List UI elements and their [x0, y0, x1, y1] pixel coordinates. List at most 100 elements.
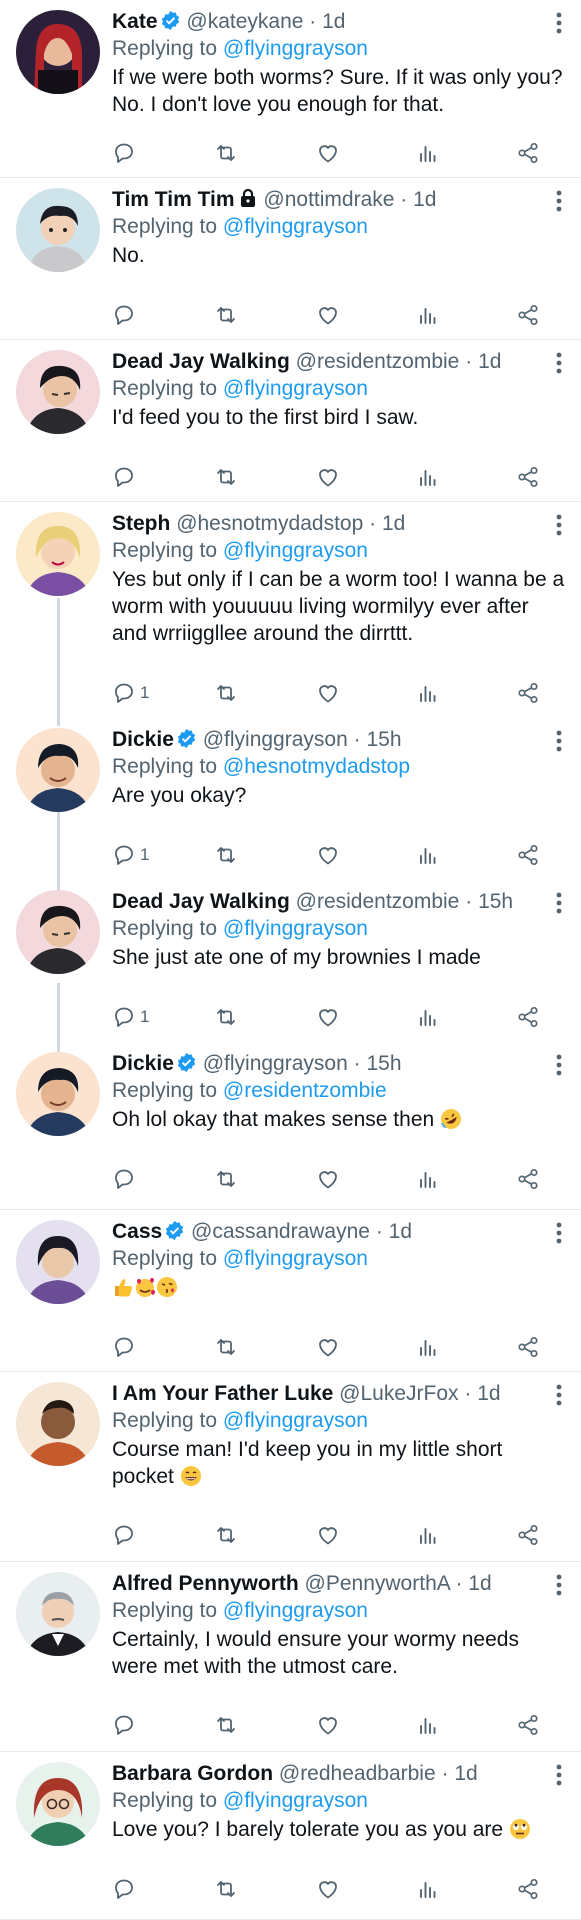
timestamp[interactable]: 15h — [366, 1052, 401, 1075]
replying-to-handle[interactable]: @flyinggrayson — [223, 917, 368, 940]
timestamp[interactable]: 1d — [468, 1572, 491, 1595]
author-handle[interactable]: @redheadbarbie — [279, 1762, 436, 1785]
timestamp[interactable]: 1d — [413, 188, 436, 211]
author-name[interactable]: Barbara Gordon — [112, 1762, 273, 1785]
reply-button[interactable] — [112, 1876, 140, 1902]
reply-button[interactable]: 1 — [112, 680, 149, 706]
more-icon[interactable] — [555, 1384, 563, 1406]
more-icon[interactable] — [555, 514, 563, 536]
author-name[interactable]: Dickie — [112, 728, 174, 751]
stats-button[interactable] — [416, 842, 440, 868]
more-icon[interactable] — [555, 1222, 563, 1244]
replying-to-handle[interactable]: @residentzombie — [223, 1079, 387, 1102]
share-button[interactable] — [516, 302, 540, 328]
retweet-button[interactable] — [214, 1712, 238, 1738]
replying-to-handle[interactable]: @flyinggrayson — [223, 1599, 368, 1622]
retweet-button[interactable] — [214, 1004, 238, 1030]
more-icon[interactable] — [555, 892, 563, 914]
avatar[interactable] — [16, 1382, 100, 1466]
author-name[interactable]: Tim Tim Tim — [112, 188, 235, 211]
stats-button[interactable] — [416, 1712, 440, 1738]
share-button[interactable] — [516, 1522, 540, 1548]
author-handle[interactable]: @residentzombie — [296, 890, 460, 913]
share-button[interactable] — [516, 680, 540, 706]
author-handle[interactable]: @hesnotmydadstop — [176, 512, 363, 535]
author-handle[interactable]: @flyinggrayson — [203, 728, 348, 751]
avatar[interactable] — [16, 350, 100, 434]
avatar[interactable] — [16, 890, 100, 974]
reply-button[interactable]: 1 — [112, 842, 149, 868]
share-button[interactable] — [516, 842, 540, 868]
reply-button[interactable] — [112, 1712, 140, 1738]
author-handle[interactable]: @nottimdrake — [263, 188, 394, 211]
reply-button[interactable] — [112, 1522, 140, 1548]
replying-to-handle[interactable]: @hesnotmydadstop — [223, 755, 410, 778]
tweet[interactable]: Dickie @flyinggrayson · 15h Replying to … — [0, 718, 581, 880]
timestamp[interactable]: 15h — [478, 890, 513, 913]
tweet[interactable]: Tim Tim Tim @nottimdrake · 1d Replying t… — [0, 178, 581, 340]
stats-button[interactable] — [416, 140, 440, 166]
retweet-button[interactable] — [214, 1522, 238, 1548]
reply-button[interactable] — [112, 1334, 140, 1360]
retweet-button[interactable] — [214, 842, 238, 868]
reply-button[interactable] — [112, 464, 140, 490]
author-handle[interactable]: @residentzombie — [296, 350, 460, 373]
like-button[interactable] — [316, 1712, 340, 1738]
avatar[interactable] — [16, 512, 100, 596]
tweet[interactable]: Cass @cassandrawayne · 1d Replying to @f… — [0, 1210, 581, 1372]
like-button[interactable] — [316, 1166, 340, 1192]
stats-button[interactable] — [416, 680, 440, 706]
stats-button[interactable] — [416, 1522, 440, 1548]
more-icon[interactable] — [555, 352, 563, 374]
retweet-button[interactable] — [214, 302, 238, 328]
reply-button[interactable] — [112, 302, 140, 328]
share-button[interactable] — [516, 1876, 540, 1902]
retweet-button[interactable] — [214, 680, 238, 706]
author-name[interactable]: Dead Jay Walking — [112, 890, 290, 913]
like-button[interactable] — [316, 1876, 340, 1902]
replying-to-handle[interactable]: @flyinggrayson — [223, 539, 368, 562]
retweet-button[interactable] — [214, 1876, 238, 1902]
avatar[interactable] — [16, 1052, 100, 1136]
author-name[interactable]: Dead Jay Walking — [112, 350, 290, 373]
timestamp[interactable]: 1d — [322, 10, 345, 33]
tweet[interactable]: Dead Jay Walking @residentzombie · 1d Re… — [0, 340, 581, 502]
avatar[interactable] — [16, 1220, 100, 1304]
author-name[interactable]: Cass — [112, 1220, 162, 1243]
like-button[interactable] — [316, 1334, 340, 1360]
more-icon[interactable] — [555, 730, 563, 752]
more-icon[interactable] — [555, 190, 563, 212]
retweet-button[interactable] — [214, 140, 238, 166]
reply-button[interactable] — [112, 140, 140, 166]
tweet[interactable]: Dickie @flyinggrayson · 15h Replying to … — [0, 1042, 581, 1210]
author-name[interactable]: Kate — [112, 10, 158, 33]
share-button[interactable] — [516, 1712, 540, 1738]
like-button[interactable] — [316, 464, 340, 490]
like-button[interactable] — [316, 680, 340, 706]
replying-to-handle[interactable]: @flyinggrayson — [223, 215, 368, 238]
author-handle[interactable]: @cassandrawayne — [191, 1220, 370, 1243]
more-icon[interactable] — [555, 1764, 563, 1786]
more-icon[interactable] — [555, 1054, 563, 1076]
share-button[interactable] — [516, 464, 540, 490]
tweet[interactable]: Steph @hesnotmydadstop · 1d Replying to … — [0, 502, 581, 718]
stats-button[interactable] — [416, 1166, 440, 1192]
timestamp[interactable]: 1d — [477, 1382, 500, 1405]
author-handle[interactable]: @flyinggrayson — [203, 1052, 348, 1075]
author-name[interactable]: Dickie — [112, 1052, 174, 1075]
replying-to-handle[interactable]: @flyinggrayson — [223, 37, 368, 60]
share-button[interactable] — [516, 1166, 540, 1192]
tweet[interactable]: Dead Jay Walking @residentzombie · 15h R… — [0, 880, 581, 1042]
timestamp[interactable]: 1d — [454, 1762, 477, 1785]
timestamp[interactable]: 15h — [366, 728, 401, 751]
author-handle[interactable]: @kateykane — [186, 10, 303, 33]
like-button[interactable] — [316, 302, 340, 328]
reply-button[interactable]: 1 — [112, 1004, 149, 1030]
replying-to-handle[interactable]: @flyinggrayson — [223, 1247, 368, 1270]
tweet[interactable]: Alfred Pennyworth @PennyworthA · 1d Repl… — [0, 1562, 581, 1752]
retweet-button[interactable] — [214, 464, 238, 490]
like-button[interactable] — [316, 1004, 340, 1030]
more-icon[interactable] — [555, 12, 563, 34]
timestamp[interactable]: 1d — [389, 1220, 412, 1243]
like-button[interactable] — [316, 1522, 340, 1548]
